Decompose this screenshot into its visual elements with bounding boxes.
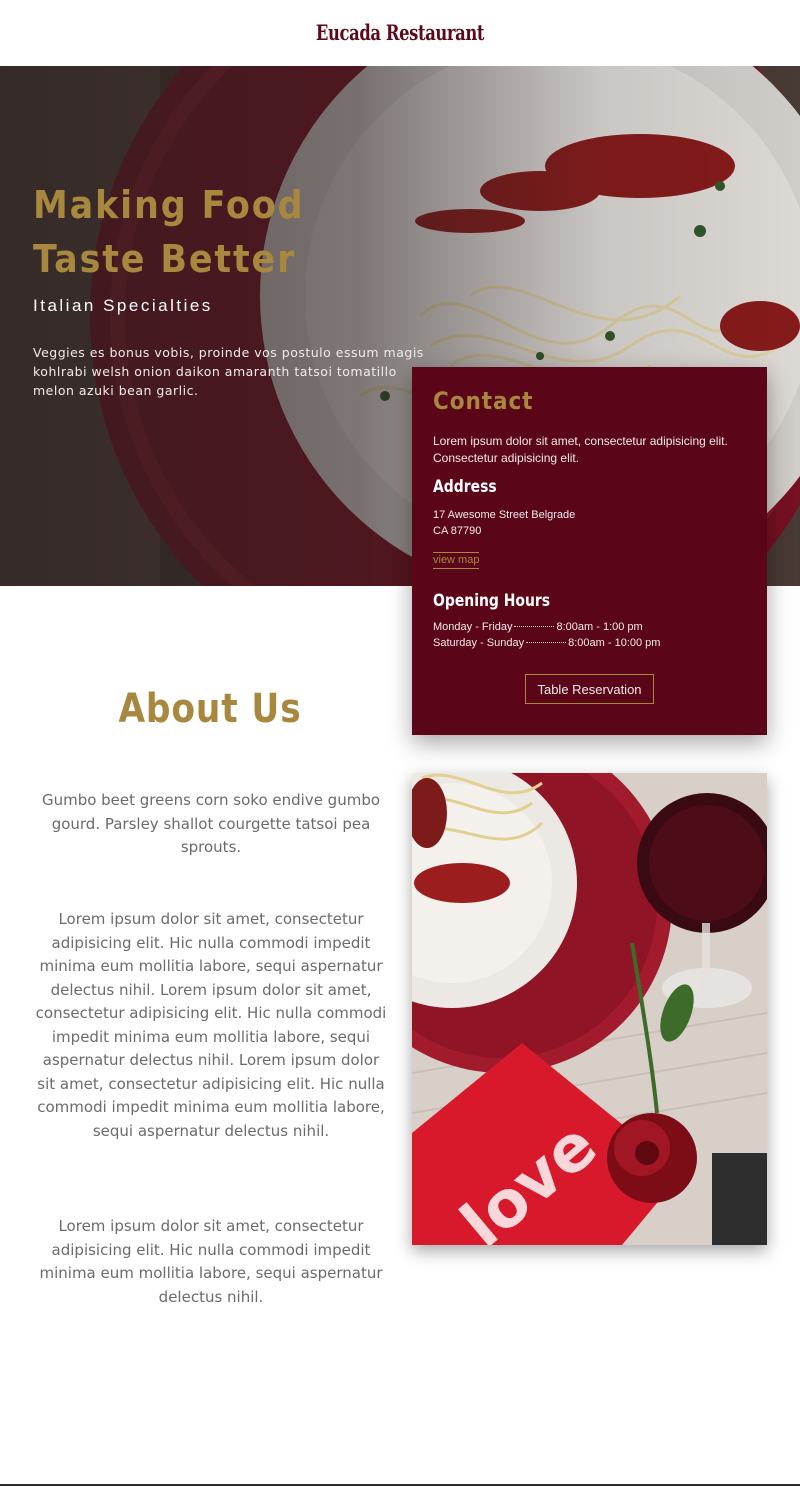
hours-row: Monday - Friday 8:00am - 1:00 pm	[433, 621, 733, 637]
dotted-leader	[526, 642, 567, 643]
address-line-1: 17 Awesome Street Belgrade	[433, 509, 576, 521]
about-paragraph-3: Lorem ipsum dolor sit amet, consectetur …	[39, 1217, 383, 1306]
table-reservation-button[interactable]: Table Reservation	[525, 674, 654, 704]
opening-hours-heading: Opening Hours	[433, 591, 551, 611]
contact-intro: Lorem ipsum dolor sit amet, consectetur …	[433, 434, 728, 465]
brand-logo-text[interactable]: Eucada Restaurant	[88, 20, 712, 45]
hours-time: 8:00am - 1:00 pm	[556, 621, 643, 633]
hours-day: Monday - Friday	[433, 621, 513, 633]
about-photo: love	[412, 773, 767, 1245]
contact-card: Contact Lorem ipsum dolor sit amet, cons…	[412, 367, 767, 735]
dotted-leader	[514, 626, 555, 627]
hours-time: 8:00am - 10:00 pm	[568, 637, 661, 649]
hero-title: Making Food Taste Better	[33, 183, 305, 281]
hours-row: Saturday - Sunday 8:00am - 10:00 pm	[433, 637, 733, 653]
about-paragraph-2: Lorem ipsum dolor sit amet, consectetur …	[35, 910, 387, 1140]
table-setting-image: love	[412, 773, 767, 1245]
opening-hours-list: Monday - Friday 8:00am - 1:00 pm Saturday…	[433, 621, 733, 653]
hero-subtitle: Italian Specialties	[33, 296, 213, 315]
contact-title: Contact	[433, 387, 534, 415]
hours-day: Saturday - Sunday	[433, 637, 525, 649]
site-header: Eucada Restaurant	[0, 0, 800, 66]
about-title: About Us	[118, 686, 302, 732]
hero-text: Veggies es bonus vobis, proinde vos post…	[33, 345, 424, 398]
about-paragraph-1: Gumbo beet greens corn soko endive gumbo…	[41, 791, 381, 856]
address-line-2: CA 87790	[433, 524, 482, 537]
view-map-link[interactable]: view map	[433, 552, 480, 569]
address-heading: Address	[433, 477, 497, 497]
address-text: 17 Awesome Street Belgrade CA 87790	[433, 508, 575, 539]
